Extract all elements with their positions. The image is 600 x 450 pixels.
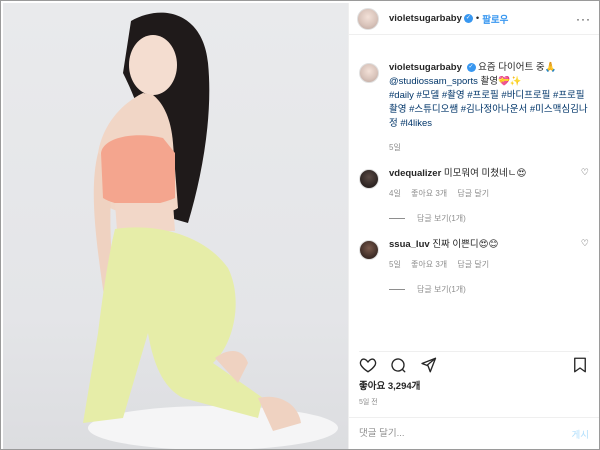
comment-meta: 5일 좋아요 3개 답글 달기 <box>389 258 589 272</box>
caption-username[interactable]: violetsugarbaby <box>389 62 462 73</box>
bookmark-icon[interactable] <box>571 356 589 374</box>
comment-input[interactable] <box>359 428 572 439</box>
action-bar <box>359 351 589 373</box>
follow-button[interactable]: 팔로우 <box>482 12 508 26</box>
post-date[interactable]: 5일 전 <box>359 397 378 407</box>
verified-badge-icon: ✓ <box>463 14 473 23</box>
comment-item: vdequalizer 미모뭐여 미쳤네ㄴ😍 4일 좋아요 3개 답글 달기 ♡ <box>359 167 589 201</box>
heart-icon[interactable]: ♡ <box>581 167 589 178</box>
author-avatar[interactable] <box>357 7 379 30</box>
likes-count[interactable]: 좋아요 3,294개 <box>359 378 420 392</box>
photo-illustration <box>83 12 338 449</box>
comment-text: 진짜 이쁜디😍😊 <box>432 239 499 250</box>
post-button[interactable]: 게시 <box>572 427 589 441</box>
replies-line <box>389 218 405 219</box>
more-icon[interactable]: ··· <box>576 12 591 26</box>
comment-likes[interactable]: 좋아요 3개 <box>411 189 447 198</box>
share-icon[interactable] <box>419 356 437 374</box>
view-replies[interactable]: 답글 보기(1개) <box>389 284 589 295</box>
post-header: violetsugarbaby ✓ • 팔로우 ··· <box>349 3 599 35</box>
comment-meta: 4일 좋아요 3개 답글 달기 <box>389 187 589 201</box>
comment-item: ssua_luv 진짜 이쁜디😍😊 5일 좋아요 3개 답글 달기 ♡ <box>359 238 589 272</box>
commenter-username[interactable]: vdequalizer <box>389 168 441 179</box>
caption: violetsugarbaby ✓ 요즘 다이어트 중🙏 @studiossam… <box>359 61 589 155</box>
comment-composer: 게시 <box>349 417 599 449</box>
replies-line <box>389 289 405 290</box>
caption-text: 요즘 다이어트 중🙏 <box>478 62 557 73</box>
author-username[interactable]: violetsugarbaby <box>389 13 462 24</box>
post-photo[interactable] <box>3 3 348 449</box>
caption-time[interactable]: 5일 <box>389 143 401 152</box>
commenter-avatar[interactable] <box>359 240 379 260</box>
post-frame: violetsugarbaby ✓ • 팔로우 ··· violetsugarb… <box>0 0 600 450</box>
reply-button[interactable]: 답글 달기 <box>457 260 489 269</box>
comment-time[interactable]: 4일 <box>389 189 401 198</box>
commenter-username[interactable]: ssua_luv <box>389 239 430 250</box>
separator-dot: • <box>475 13 480 24</box>
comment-text: 미모뭐여 미쳤네ㄴ😍 <box>443 168 527 179</box>
caption-mention[interactable]: @studiossam_sports <box>389 76 478 87</box>
comment-icon[interactable] <box>389 356 407 374</box>
caption-hashtags[interactable]: #daily #모델 #촬영 #프로필 #바디프로필 #프로필촬영 #스튜디오쌤… <box>389 90 588 129</box>
heart-icon[interactable] <box>359 356 377 374</box>
post-panel: violetsugarbaby ✓ • 팔로우 ··· violetsugarb… <box>348 3 599 449</box>
view-replies-label[interactable]: 답글 보기(1개) <box>417 213 466 224</box>
heart-icon[interactable]: ♡ <box>581 238 589 249</box>
caption-meta: 5일 <box>389 141 589 155</box>
caption-text-2: 촬영💝✨ <box>480 76 522 87</box>
caption-avatar[interactable] <box>359 63 379 83</box>
view-replies-label[interactable]: 답글 보기(1개) <box>417 284 466 295</box>
comment-likes[interactable]: 좋아요 3개 <box>411 260 447 269</box>
verified-badge-icon: ✓ <box>466 62 476 72</box>
reply-button[interactable]: 답글 달기 <box>457 189 489 198</box>
view-replies[interactable]: 답글 보기(1개) <box>389 213 589 224</box>
comment-time[interactable]: 5일 <box>389 260 401 269</box>
commenter-avatar[interactable] <box>359 169 379 189</box>
comments-section: violetsugarbaby ✓ 요즘 다이어트 중🙏 @studiossam… <box>349 61 599 295</box>
